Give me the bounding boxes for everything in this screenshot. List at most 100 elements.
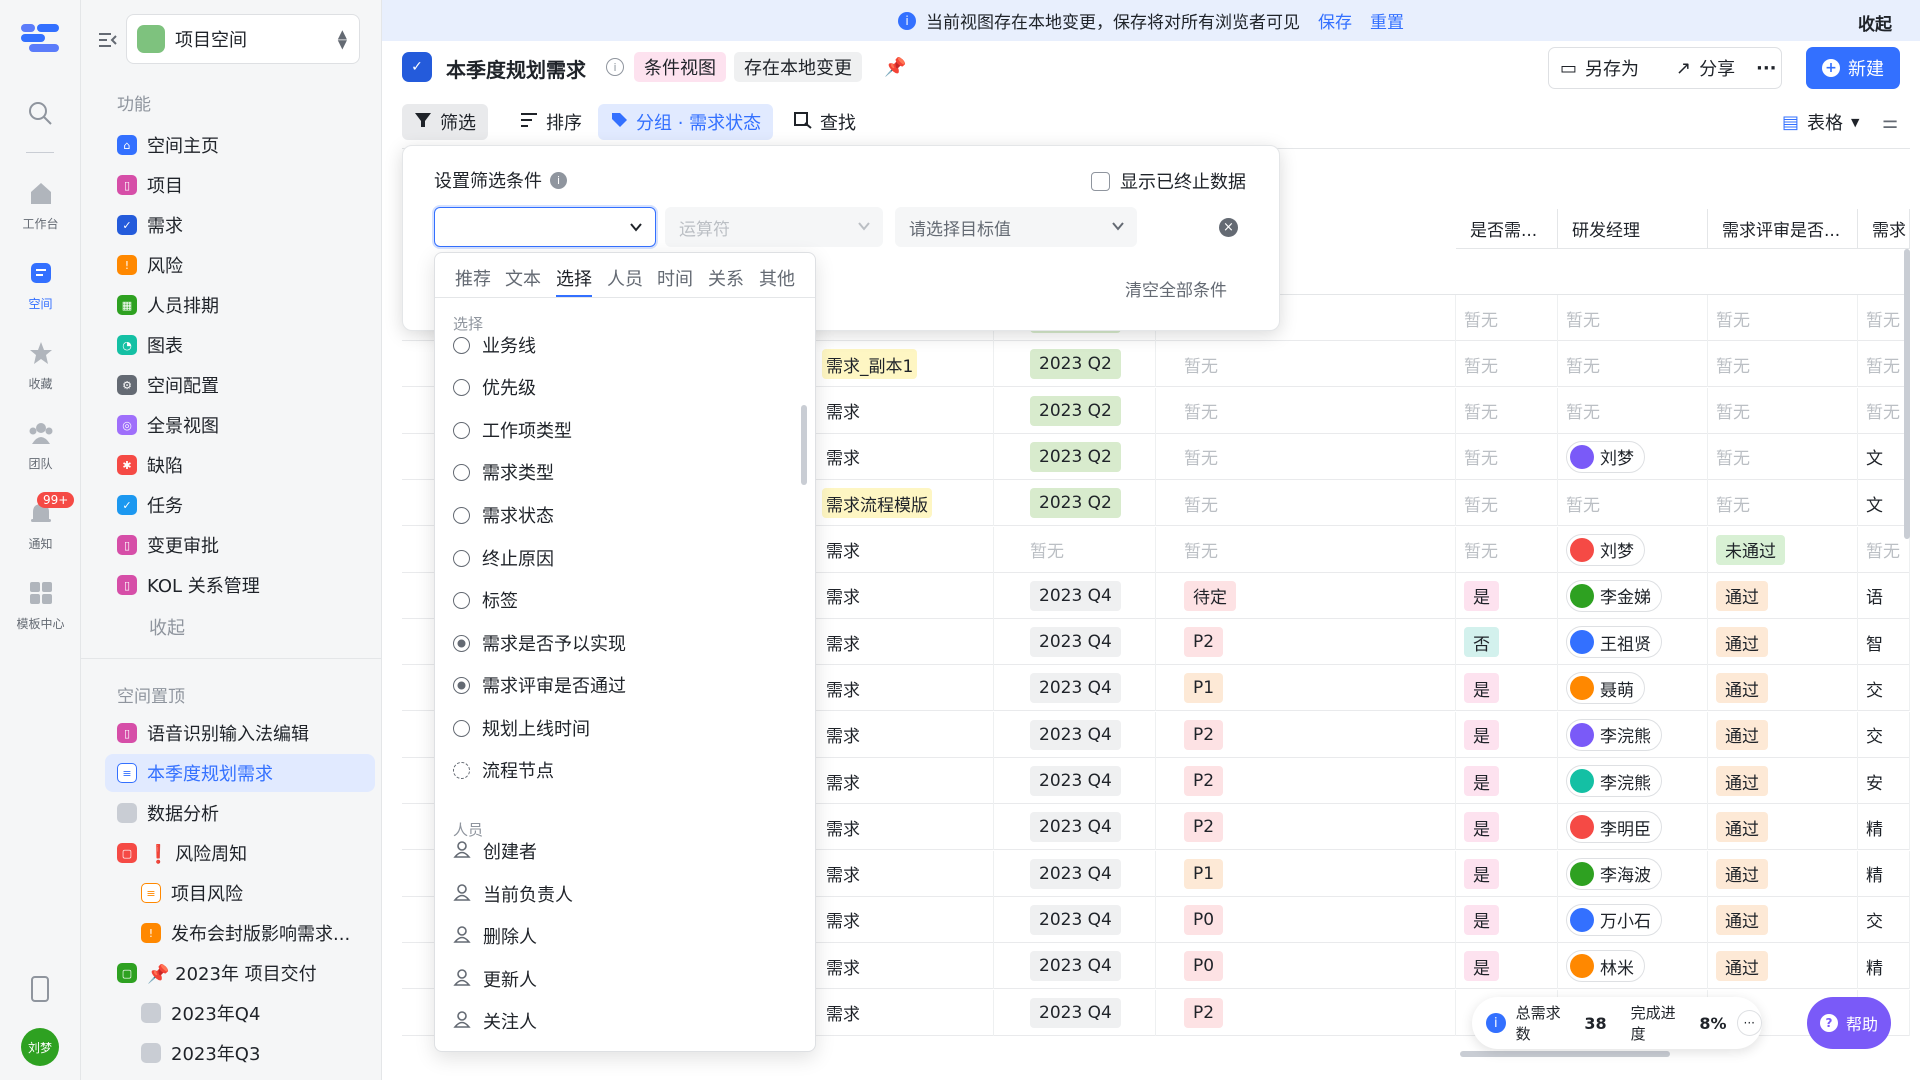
- table-cell-extra[interactable]: 暂无: [1858, 341, 1910, 388]
- table-cell-extra[interactable]: 文: [1858, 433, 1910, 480]
- table-cell-extra[interactable]: 智: [1858, 619, 1910, 666]
- table-cell-priority[interactable]: P2: [1176, 989, 1456, 1036]
- vertical-scrollbar[interactable]: [1904, 249, 1910, 539]
- table-cell-review[interactable]: 通过: [1708, 896, 1858, 943]
- dropdown-tab-recommend[interactable]: 推荐: [455, 265, 491, 291]
- filter-target-select[interactable]: 请选择目标值: [895, 207, 1137, 247]
- table-cell-impl[interactable]: 是: [1456, 758, 1558, 804]
- sidebar-item-panorama[interactable]: ◎ 全景视图: [105, 406, 375, 444]
- table-cell-impl[interactable]: 暂无: [1456, 433, 1558, 480]
- rail-item-templates[interactable]: 模板中心: [0, 580, 81, 632]
- table-cell-impl[interactable]: 是: [1456, 943, 1558, 990]
- sidebar-pinned-risk-notice[interactable]: ▢ ❗ 风险周知: [105, 834, 375, 872]
- dropdown-item[interactable]: 需求类型: [453, 451, 554, 493]
- sidebar-pinned-project-risk[interactable]: ≡ 项目风险: [129, 874, 375, 912]
- app-logo[interactable]: [21, 22, 59, 52]
- remove-condition-icon[interactable]: ×: [1219, 218, 1238, 237]
- table-cell-pm[interactable]: 刘梦: [1558, 433, 1708, 480]
- dropdown-item[interactable]: 业务线: [453, 324, 536, 366]
- column-header[interactable]: 需求评审是否...: [1708, 209, 1858, 249]
- table-cell-priority[interactable]: 暂无: [1176, 387, 1456, 434]
- table-cell-priority[interactable]: P0: [1176, 943, 1456, 990]
- sidebar-pinned-delivery-2023[interactable]: ▢ 📌 2023年 项目交付: [105, 954, 375, 992]
- table-cell-review[interactable]: 通过: [1708, 758, 1858, 804]
- info-icon[interactable]: i: [550, 171, 567, 189]
- table-cell-pm[interactable]: 暂无: [1558, 295, 1708, 341]
- sidebar-item-risk[interactable]: ! 风险: [105, 246, 375, 284]
- table-cell-priority[interactable]: P2: [1176, 804, 1456, 851]
- dropdown-item[interactable]: 标签: [453, 579, 518, 621]
- table-cell-quarter[interactable]: 2023 Q2: [1022, 480, 1156, 527]
- sidebar-pinned-voice-input[interactable]: ▯ 语音识别输入法编辑: [105, 714, 375, 752]
- show-terminated-toggle[interactable]: 显示已终止数据: [1091, 168, 1246, 194]
- table-cell-impl[interactable]: 是: [1456, 665, 1558, 712]
- filter-field-select[interactable]: [434, 207, 656, 247]
- table-cell-name[interactable]: 需求: [814, 943, 994, 990]
- table-cell-extra[interactable]: 语: [1858, 572, 1910, 619]
- rail-item-favorites[interactable]: 收藏: [0, 340, 81, 392]
- table-cell-extra[interactable]: 交: [1858, 896, 1910, 943]
- collapse-button[interactable]: 收起: [105, 608, 375, 646]
- table-cell-name[interactable]: 需求: [814, 433, 994, 480]
- table-cell-impl[interactable]: 暂无: [1456, 387, 1558, 434]
- table-cell-pm[interactable]: 暂无: [1558, 480, 1708, 527]
- table-cell-quarter[interactable]: 2023 Q4: [1022, 758, 1156, 804]
- filter-operator-select[interactable]: 运算符: [665, 207, 883, 247]
- table-cell-review[interactable]: 通过: [1708, 711, 1858, 758]
- column-header[interactable]: 研发经理: [1558, 209, 1708, 249]
- dropdown-item[interactable]: 关注人: [453, 1000, 537, 1042]
- sidebar-pinned-launch-freeze[interactable]: ! 发布会封版影响需求...: [129, 914, 375, 952]
- table-cell-name[interactable]: 需求: [814, 619, 994, 666]
- table-cell-review[interactable]: 暂无: [1708, 295, 1858, 341]
- table-cell-quarter[interactable]: 暂无: [1022, 526, 1156, 573]
- table-cell-priority[interactable]: 暂无: [1176, 341, 1456, 388]
- banner-save-link[interactable]: 保存: [1318, 8, 1352, 33]
- checkbox[interactable]: [1091, 171, 1110, 191]
- new-button[interactable]: + 新建: [1806, 47, 1900, 89]
- table-cell-name[interactable]: 需求: [814, 896, 994, 943]
- table-cell-extra[interactable]: 精: [1858, 850, 1910, 897]
- table-cell-name[interactable]: 需求: [814, 989, 994, 1036]
- sidebar-pinned-2023q3[interactable]: 2023年Q3: [129, 1034, 375, 1072]
- table-cell-pm[interactable]: 李明臣: [1558, 804, 1708, 851]
- table-cell-extra[interactable]: 暂无: [1858, 526, 1910, 573]
- table-cell-pm[interactable]: 刘梦: [1558, 526, 1708, 573]
- table-cell-name[interactable]: 需求: [814, 850, 994, 897]
- table-cell-impl[interactable]: 是: [1456, 896, 1558, 943]
- sort-button[interactable]: 排序: [508, 104, 594, 140]
- table-cell-pm[interactable]: 王祖贤: [1558, 619, 1708, 666]
- table-cell-review[interactable]: 通过: [1708, 665, 1858, 712]
- column-header[interactable]: 是否需...: [1456, 209, 1558, 249]
- dropdown-item[interactable]: 终止原因: [453, 537, 554, 579]
- table-cell-name[interactable]: 需求: [814, 387, 994, 434]
- table-cell-review[interactable]: 暂无: [1708, 433, 1858, 480]
- dropdown-item[interactable]: 更新人: [453, 958, 537, 1000]
- table-cell-review[interactable]: 通过: [1708, 619, 1858, 666]
- table-cell-impl[interactable]: 暂无: [1456, 526, 1558, 573]
- help-button[interactable]: ? 帮助: [1807, 997, 1891, 1049]
- sidebar-item-schedule[interactable]: ▦ 人员排期: [105, 286, 375, 324]
- table-cell-priority[interactable]: 暂无: [1176, 526, 1456, 573]
- dropdown-item[interactable]: 删除人: [453, 915, 537, 957]
- group-button[interactable]: 分组 · 需求状态: [598, 104, 774, 140]
- table-cell-extra[interactable]: 精: [1858, 804, 1910, 851]
- table-cell-impl[interactable]: 是: [1456, 804, 1558, 851]
- save-as-button[interactable]: ▭ 另存为: [1560, 48, 1639, 88]
- table-cell-name[interactable]: 需求: [814, 711, 994, 758]
- sidebar-item-space-config[interactable]: ⚙ 空间配置: [105, 366, 375, 404]
- table-cell-priority[interactable]: P1: [1176, 665, 1456, 712]
- table-cell-priority[interactable]: P0: [1176, 896, 1456, 943]
- info-icon[interactable]: i: [1486, 1013, 1506, 1033]
- table-cell-quarter[interactable]: 2023 Q4: [1022, 850, 1156, 897]
- view-switch-button[interactable]: ▤ 表格 ▼: [1770, 104, 1871, 140]
- dropdown-item[interactable]: 需求评审是否通过: [453, 664, 626, 706]
- dropdown-tab-select[interactable]: 选择: [556, 265, 592, 291]
- table-cell-quarter[interactable]: 2023 Q4: [1022, 989, 1156, 1036]
- column-header[interactable]: 需求: [1858, 209, 1910, 249]
- table-cell-pm[interactable]: 暂无: [1558, 387, 1708, 434]
- space-switcher[interactable]: 项目空间 ▲ ▼: [126, 14, 360, 64]
- table-cell-name[interactable]: 需求: [814, 804, 994, 851]
- horizontal-scrollbar[interactable]: [1460, 1051, 1670, 1057]
- table-cell-priority[interactable]: P2: [1176, 758, 1456, 804]
- table-cell-impl[interactable]: 是: [1456, 711, 1558, 758]
